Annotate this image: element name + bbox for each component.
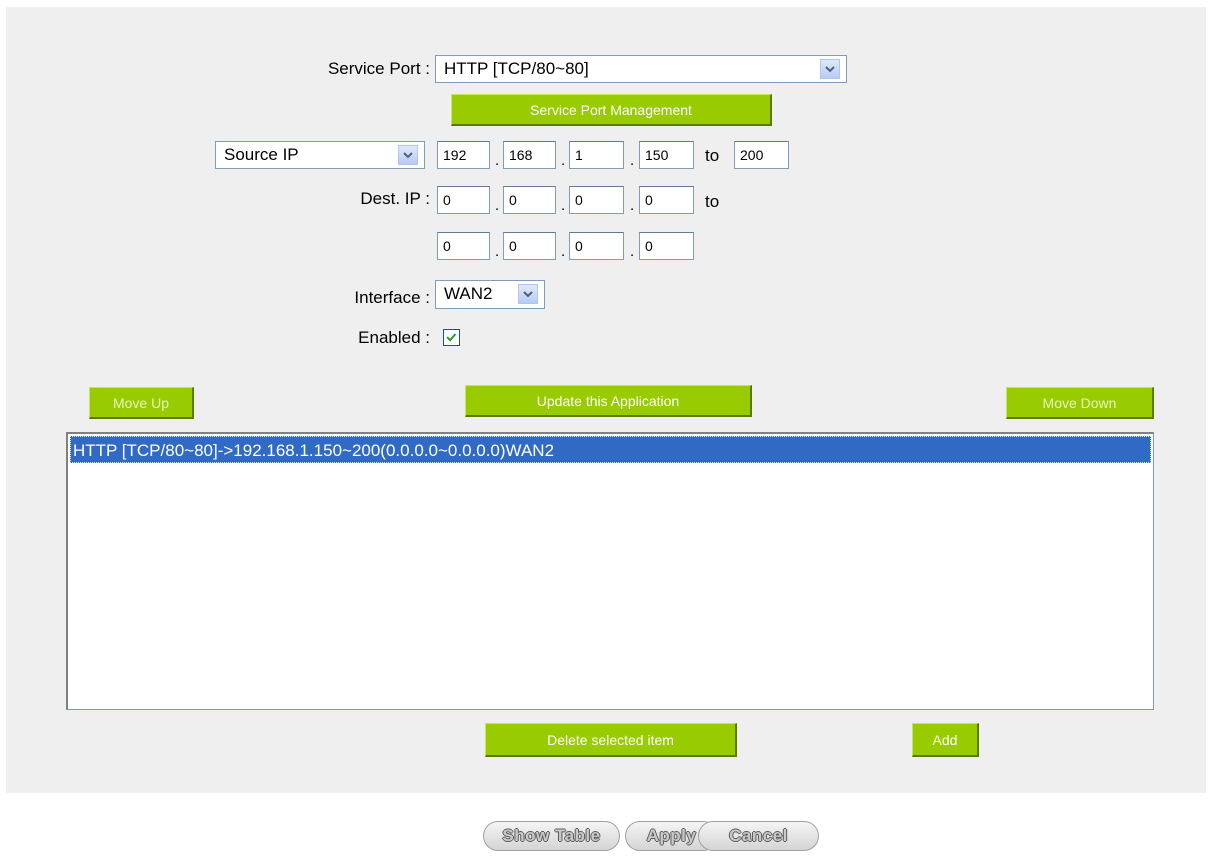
source-ip-octet-4[interactable]: 150 (639, 141, 694, 169)
ip-dot: . (561, 197, 566, 214)
interface-label: Interface : (354, 288, 430, 307)
source-ip-end-octet[interactable]: 200 (734, 141, 789, 169)
dest-ip-start-octet-4[interactable]: 0 (639, 186, 694, 214)
ip-dot: . (561, 243, 566, 260)
to-label: to (705, 146, 720, 165)
move-down-button[interactable]: Move Down (1006, 387, 1154, 419)
dest-ip-end-octet-3[interactable]: 0 (569, 232, 624, 260)
service-port-select[interactable]: HTTP [TCP/80~80] (435, 55, 847, 83)
enabled-label: Enabled : (358, 328, 430, 347)
source-ip-octet-1[interactable]: 192 (437, 141, 490, 169)
chevron-down-icon[interactable] (820, 59, 840, 79)
show-table-button[interactable]: Show Table (483, 821, 620, 851)
dest-ip-start-octet-1[interactable]: 0 (437, 186, 490, 214)
source-ip-octet-3[interactable]: 1 (569, 141, 624, 169)
move-up-button[interactable]: Move Up (89, 387, 194, 419)
ip-dot: . (495, 152, 500, 169)
service-port-value: HTTP [TCP/80~80] (444, 59, 589, 78)
delete-selected-item-button[interactable]: Delete selected item (485, 723, 737, 757)
ip-dot: . (630, 243, 635, 260)
chevron-down-icon[interactable] (398, 145, 418, 165)
interface-value: WAN2 (444, 284, 493, 303)
ip-dot: . (495, 243, 500, 260)
dest-ip-end-octet-1[interactable]: 0 (437, 232, 490, 260)
dest-ip-end-octet-4[interactable]: 0 (639, 232, 694, 260)
service-port-management-button[interactable]: Service Port Management (451, 94, 772, 126)
chevron-down-icon[interactable] (518, 284, 538, 304)
dest-ip-start-octet-3[interactable]: 0 (569, 186, 624, 214)
check-icon (446, 333, 457, 342)
rule-listbox[interactable]: HTTP [TCP/80~80]->192.168.1.150~200(0.0.… (66, 432, 1154, 710)
update-application-button[interactable]: Update this Application (465, 385, 752, 417)
ip-dot: . (630, 152, 635, 169)
dest-ip-label: Dest. IP : (360, 189, 430, 208)
cancel-button[interactable]: Cancel (698, 821, 819, 851)
enabled-checkbox[interactable] (443, 329, 460, 346)
list-item-selected[interactable]: HTTP [TCP/80~80]->192.168.1.150~200(0.0.… (70, 436, 1151, 463)
to-label: to (705, 192, 720, 211)
dest-ip-start-octet-2[interactable]: 0 (503, 186, 556, 214)
ip-dot: . (561, 152, 566, 169)
interface-select[interactable]: WAN2 (435, 280, 545, 309)
source-type-value: Source IP (224, 145, 299, 164)
ip-dot: . (630, 197, 635, 214)
source-ip-octet-2[interactable]: 168 (503, 141, 556, 169)
dest-ip-end-octet-2[interactable]: 0 (503, 232, 556, 260)
ip-dot: . (495, 197, 500, 214)
add-button[interactable]: Add (912, 723, 979, 757)
source-type-select[interactable]: Source IP (215, 141, 425, 169)
service-port-label: Service Port : (327, 59, 430, 78)
